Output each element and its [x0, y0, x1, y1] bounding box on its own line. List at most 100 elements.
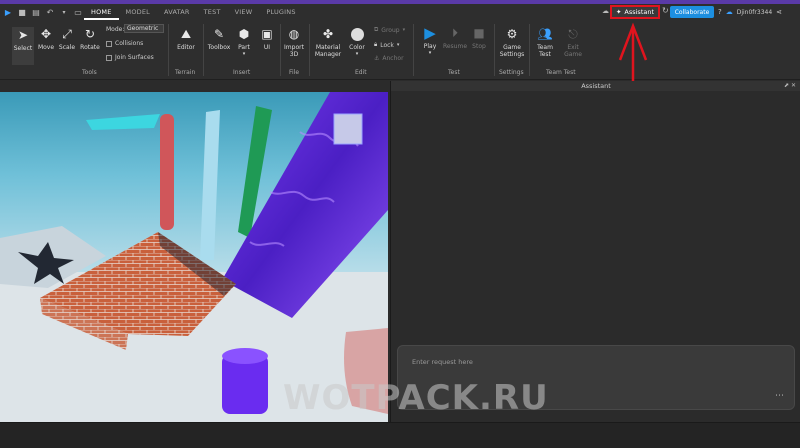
- move-tool[interactable]: ✥ Move: [36, 27, 56, 51]
- exit-icon: ⎋: [568, 27, 578, 41]
- game-label: Game: [503, 44, 521, 51]
- group-label-edit: Edit: [355, 69, 367, 76]
- lock-button[interactable]: 🔒︎ Lock ▾: [374, 41, 399, 49]
- screen-icon[interactable]: ▭: [72, 6, 84, 18]
- tab-model[interactable]: MODEL: [119, 4, 157, 20]
- divider: [280, 24, 281, 76]
- divider: [529, 24, 530, 76]
- account-area: ? ☁ Djin0fr3344 ⋖: [718, 5, 782, 19]
- stop-icon: ■: [473, 26, 485, 40]
- rotate-label: Rotate: [80, 44, 100, 51]
- light-blue-cylinder: [200, 110, 220, 260]
- toolbox-button[interactable]: ✎ Toolbox: [206, 27, 232, 51]
- import-3d-button[interactable]: ◍ Import 3D: [282, 27, 306, 58]
- group-label-tools: Tools: [82, 69, 97, 76]
- play-label: Play: [423, 43, 437, 50]
- game-settings-button[interactable]: ⚙ Game Settings: [498, 27, 526, 58]
- exit-label: Exit: [567, 44, 579, 51]
- cloud-status-icon: ☁: [602, 7, 609, 15]
- assistant-panel: Assistant ⬈ ✕ Enter request here ⋯: [390, 81, 800, 422]
- team-label: Team: [537, 44, 553, 51]
- group-label-settings: Settings: [499, 69, 524, 76]
- group-btn-label: Group: [381, 26, 400, 34]
- username[interactable]: Djin0fr3344: [737, 9, 772, 16]
- scale-label: Scale: [58, 44, 76, 51]
- settings-label: Settings: [499, 51, 525, 58]
- collaborate-button[interactable]: Collaborate: [670, 6, 714, 18]
- join-surfaces-checkbox[interactable]: Join Surfaces: [106, 54, 154, 61]
- group-label-test: Test: [448, 69, 460, 76]
- divider: [203, 24, 204, 76]
- stop-button[interactable]: ■ Stop: [469, 26, 489, 50]
- play-button[interactable]: ▶ Play ▾: [419, 26, 441, 57]
- ui-icon: ▣: [261, 27, 273, 41]
- group-label-team-test: Team Test: [546, 69, 576, 76]
- tab-plugins[interactable]: PLUGINS: [259, 4, 302, 20]
- color-button[interactable]: Color ▾: [346, 27, 368, 58]
- terrain-editor-button[interactable]: ⛰ Editor: [172, 27, 200, 51]
- undo-icon[interactable]: ↶: [44, 6, 56, 18]
- toolbox-label: Toolbox: [207, 44, 231, 51]
- tab-test[interactable]: TEST: [197, 4, 228, 20]
- chevron-down-icon: ▾: [396, 42, 400, 48]
- refresh-icon[interactable]: ↻: [662, 6, 669, 15]
- chevron-down-icon: ▾: [428, 50, 432, 56]
- tab-view[interactable]: VIEW: [228, 4, 260, 20]
- scale-tool[interactable]: ⤢ Scale: [57, 27, 77, 51]
- tab-home[interactable]: HOME: [84, 4, 119, 20]
- selected-part: [333, 113, 363, 145]
- ui-button[interactable]: ▣ UI: [257, 27, 277, 51]
- move-icon: ✥: [40, 27, 52, 41]
- exit-game-button[interactable]: ⎋ Exit Game: [561, 27, 585, 58]
- dropdown-icon[interactable]: ▾: [58, 6, 70, 18]
- mode-label: Mode:: [106, 26, 125, 33]
- group-button[interactable]: ⧉ Group ▾: [374, 26, 405, 34]
- gear-icon: ⚙: [506, 27, 518, 41]
- lock-label: Lock: [380, 41, 394, 49]
- share-icon[interactable]: ⋖: [776, 8, 782, 16]
- cube-icon: ⬢: [238, 27, 250, 41]
- anchor-button[interactable]: ⚓︎ Anchor: [374, 55, 404, 62]
- divider: [413, 24, 414, 76]
- import-label: Import: [284, 44, 304, 51]
- play-quick-icon[interactable]: ▶: [2, 6, 14, 18]
- help-icon[interactable]: ?: [718, 8, 722, 16]
- lock-icon: 🔒︎: [374, 41, 378, 48]
- rotate-tool[interactable]: ↻ Rotate: [78, 27, 102, 51]
- terrain-icon: ⛰: [180, 27, 192, 41]
- color-label: Color: [349, 44, 365, 51]
- part-button[interactable]: ⬢ Part ▾: [234, 27, 254, 58]
- command-bar[interactable]: [0, 422, 800, 448]
- toolbox-icon: ✎: [213, 27, 225, 41]
- cyan-part: [86, 114, 160, 130]
- 3d-viewport[interactable]: [0, 92, 388, 422]
- import-3d-label: 3D: [289, 51, 299, 58]
- assistant-button[interactable]: ✦ Assistant: [610, 5, 660, 19]
- chevron-down-icon: ▾: [402, 27, 406, 33]
- group-label-insert: Insert: [233, 69, 251, 76]
- join-surfaces-label: Join Surfaces: [115, 54, 154, 61]
- mode-select[interactable]: Geometric: [124, 24, 164, 33]
- collisions-checkbox[interactable]: Collisions: [106, 40, 143, 47]
- divider: [309, 24, 310, 76]
- more-options-icon[interactable]: ⋯: [775, 391, 784, 401]
- team-test-button[interactable]: 👥︎ Team Test: [532, 27, 558, 58]
- cursor-icon: ➤: [17, 28, 29, 42]
- select-tool[interactable]: ➤ Select: [12, 27, 34, 65]
- scale-icon: ⤢: [62, 27, 72, 41]
- group-label-terrain: Terrain: [175, 69, 196, 76]
- panel-controls[interactable]: ⬈ ✕: [784, 81, 796, 91]
- rotate-icon: ↻: [84, 27, 96, 41]
- sparkle-icon: ✦: [615, 8, 622, 16]
- select-label: Select: [13, 45, 33, 52]
- scene: [0, 92, 388, 422]
- material-label: Material: [315, 44, 341, 51]
- file-quick-icon[interactable]: ▤: [30, 6, 42, 18]
- material-manager-button[interactable]: ✤ Material Manager: [312, 27, 344, 58]
- resume-button[interactable]: ⏵ Resume: [443, 26, 467, 50]
- checkbox-box: [106, 54, 112, 61]
- stop-quick-icon[interactable]: ■: [16, 6, 28, 18]
- tab-avatar[interactable]: AVATAR: [157, 4, 197, 20]
- cloud-icon[interactable]: ☁: [726, 8, 733, 16]
- assistant-button-label: Assistant: [624, 8, 655, 16]
